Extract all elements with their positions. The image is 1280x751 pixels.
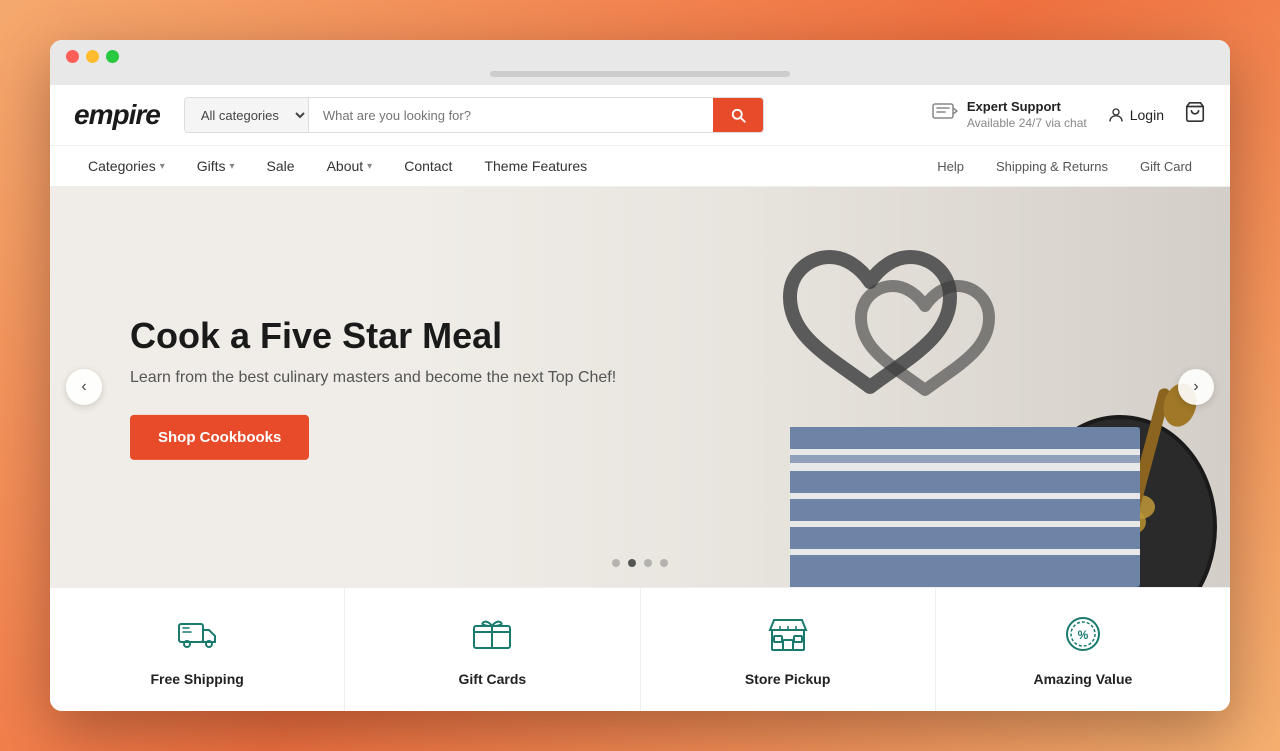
maximize-button[interactable] — [106, 50, 119, 63]
nav-theme-features-label: Theme Features — [484, 158, 587, 174]
browser-chrome — [50, 40, 1230, 85]
nav-categories[interactable]: Categories ▾ — [74, 146, 179, 186]
minimize-button[interactable] — [86, 50, 99, 63]
chevron-down-icon: ▾ — [367, 161, 372, 172]
slider-dot-1[interactable] — [612, 559, 620, 567]
support-title: Expert Support — [967, 99, 1087, 116]
login-label: Login — [1130, 107, 1164, 123]
nav-help[interactable]: Help — [923, 147, 978, 186]
nav-right: Help Shipping & Returns Gift Card — [923, 147, 1206, 186]
chevron-down-icon: ▾ — [160, 161, 165, 172]
category-select[interactable]: All categories — [185, 98, 309, 132]
nav-theme-features[interactable]: Theme Features — [470, 146, 601, 186]
nav-gift-card-label: Gift Card — [1140, 159, 1192, 174]
feature-store-pickup: Store Pickup — [641, 588, 936, 711]
nav-gifts-label: Gifts — [197, 158, 226, 174]
hero-title: Cook a Five Star Meal — [130, 314, 616, 357]
search-container: All categories — [184, 97, 764, 133]
hero-content: Cook a Five Star Meal Learn from the bes… — [130, 314, 616, 460]
nav-gifts[interactable]: Gifts ▾ — [183, 146, 249, 186]
nav-about-label: About — [327, 158, 364, 174]
features-bar: Free Shipping Gift Cards — [50, 587, 1230, 711]
slider-dot-2[interactable] — [628, 559, 636, 567]
browser-window: empire All categories — [50, 40, 1230, 711]
nav-left: Categories ▾ Gifts ▾ Sale About ▾ Contac… — [74, 146, 923, 186]
gift-cards-label: Gift Cards — [459, 671, 527, 687]
support-icon — [931, 100, 959, 129]
nav-categories-label: Categories — [88, 158, 156, 174]
support-text: Expert Support Available 24/7 via chat — [967, 99, 1087, 131]
free-shipping-label: Free Shipping — [150, 671, 243, 687]
site-logo[interactable]: empire — [74, 99, 160, 131]
slider-prev-button[interactable]: ‹ — [66, 369, 102, 405]
user-icon — [1107, 106, 1125, 124]
nav-gift-card[interactable]: Gift Card — [1126, 147, 1206, 186]
nav-about[interactable]: About ▾ — [313, 146, 387, 186]
slider-dot-3[interactable] — [644, 559, 652, 567]
feature-free-shipping: Free Shipping — [50, 588, 345, 711]
support-info: Expert Support Available 24/7 via chat — [931, 99, 1087, 131]
hero-cta-button[interactable]: Shop Cookbooks — [130, 415, 309, 460]
search-button[interactable] — [713, 98, 763, 132]
search-input[interactable] — [309, 98, 713, 132]
feature-gift-cards: Gift Cards — [345, 588, 640, 711]
amazing-value-label: Amazing Value — [1033, 671, 1132, 687]
browser-dots — [66, 50, 119, 63]
nav-bar: Categories ▾ Gifts ▾ Sale About ▾ Contac… — [50, 146, 1230, 187]
search-icon — [729, 106, 747, 124]
hero-slider: Cook a Five Star Meal Learn from the bes… — [50, 187, 1230, 587]
site-header: empire All categories — [50, 85, 1230, 146]
nav-shipping-returns[interactable]: Shipping & Returns — [982, 147, 1122, 186]
header-actions: Expert Support Available 24/7 via chat L… — [931, 99, 1206, 131]
nav-sale[interactable]: Sale — [253, 146, 309, 186]
nav-sale-label: Sale — [267, 158, 295, 174]
close-button[interactable] — [66, 50, 79, 63]
striped-cloth — [790, 427, 1140, 587]
slider-dot-4[interactable] — [660, 559, 668, 567]
slider-dots — [612, 559, 668, 567]
pan-small — [845, 262, 1005, 422]
slider-next-button[interactable]: › — [1178, 369, 1214, 405]
hero-subtitle: Learn from the best culinary masters and… — [130, 369, 616, 387]
support-subtitle: Available 24/7 via chat — [967, 116, 1087, 130]
login-button[interactable]: Login — [1107, 106, 1164, 124]
svg-text:%: % — [1078, 628, 1089, 642]
chevron-down-icon: ▾ — [230, 161, 235, 172]
url-bar[interactable] — [490, 71, 790, 77]
nav-contact[interactable]: Contact — [390, 146, 466, 186]
feature-amazing-value: % Amazing Value — [936, 588, 1230, 711]
gift-card-icon — [470, 612, 514, 661]
cart-button[interactable] — [1184, 101, 1206, 128]
nav-contact-label: Contact — [404, 158, 452, 174]
value-icon: % — [1061, 612, 1105, 661]
store-pickup-label: Store Pickup — [745, 671, 831, 687]
store-icon — [766, 612, 810, 661]
nav-shipping-returns-label: Shipping & Returns — [996, 159, 1108, 174]
nav-help-label: Help — [937, 159, 964, 174]
shipping-icon — [175, 612, 219, 661]
